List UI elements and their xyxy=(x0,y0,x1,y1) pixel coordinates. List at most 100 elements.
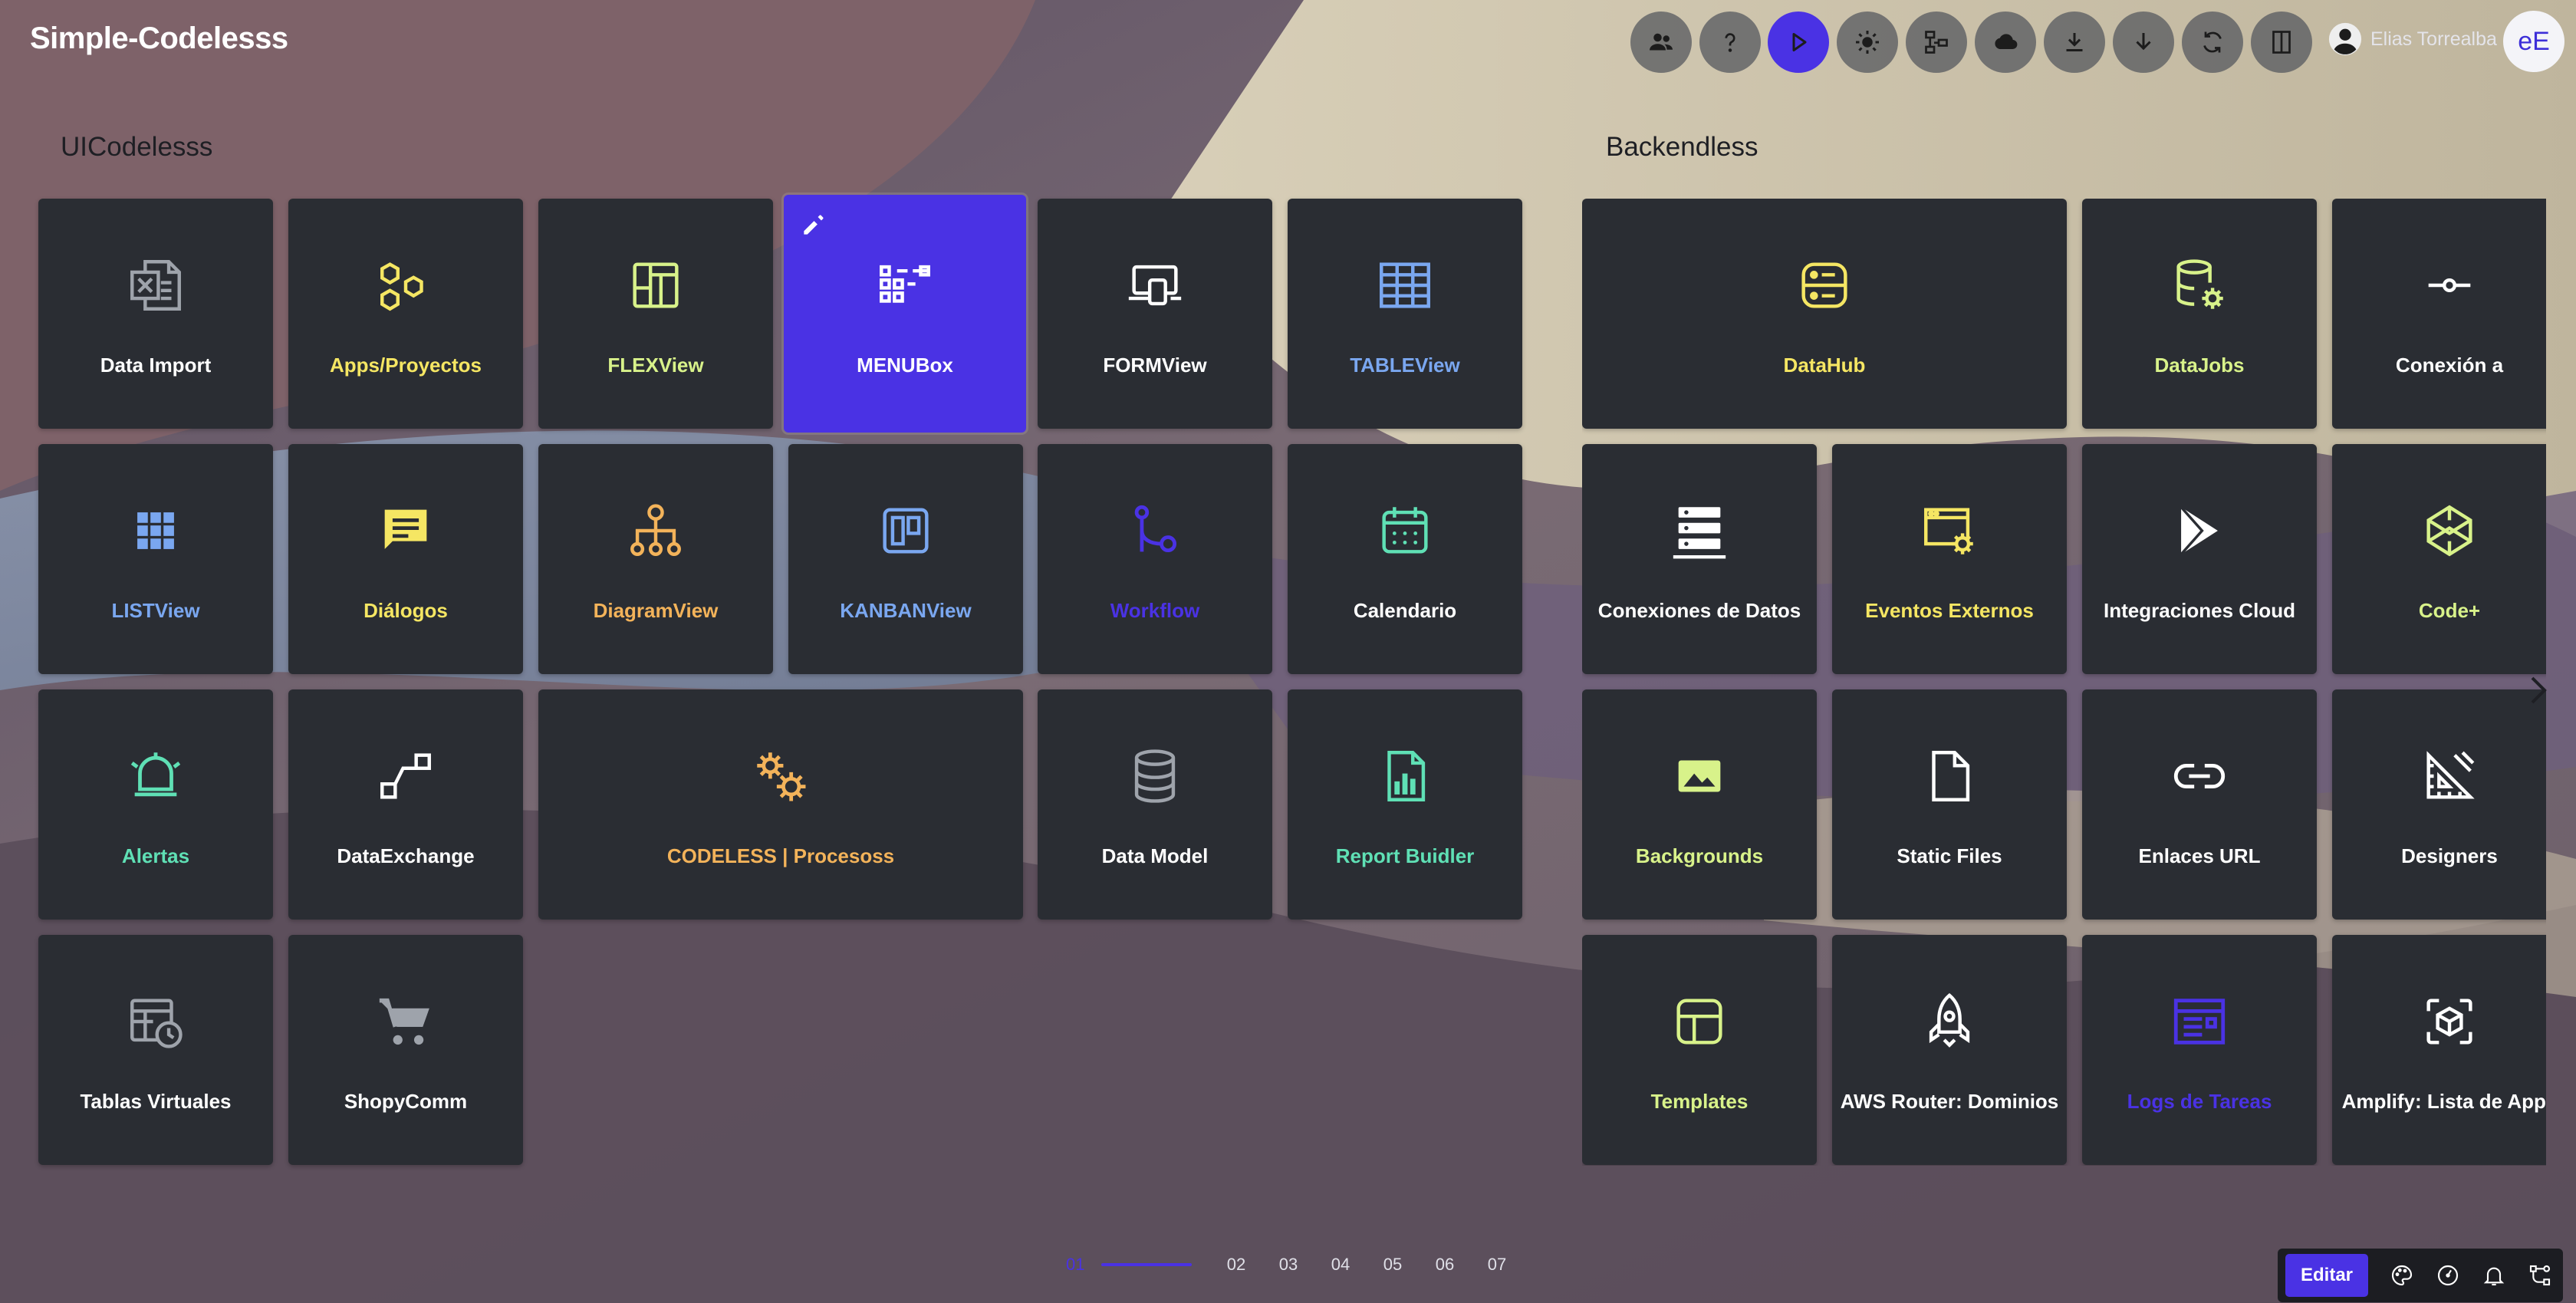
tile-alertas[interactable]: Alertas xyxy=(38,689,273,920)
tile-tableview[interactable]: TABLEView xyxy=(1288,199,1522,429)
tile-integraciones-cloud[interactable]: Integraciones Cloud xyxy=(2082,444,2317,674)
nodes-button[interactable] xyxy=(2517,1256,2563,1295)
tile-shopycomm[interactable]: ShopyComm xyxy=(288,935,523,1165)
pager: 01 02 03 04 05 06 07 xyxy=(1066,1255,1523,1275)
tile-tablas-virtuales[interactable]: Tablas Virtuales xyxy=(38,935,273,1165)
tile-designers[interactable]: Designers xyxy=(2332,689,2546,920)
arrow-down-icon xyxy=(2136,33,2151,51)
tile-dataexchange[interactable]: DataExchange xyxy=(288,689,523,920)
cloud-button[interactable] xyxy=(1975,12,2036,73)
tile-workflow[interactable]: Workflow xyxy=(1038,444,1272,674)
tile-templates[interactable]: Templates xyxy=(1582,935,1817,1165)
tile-code-plus[interactable]: Code+ xyxy=(2332,444,2546,674)
tile-label: Diálogos xyxy=(364,599,448,622)
link-icon xyxy=(2168,745,2231,808)
tile-label: Integraciones Cloud xyxy=(2104,599,2295,622)
backend-modules-grid: DataHub DataJobs Conexión a Conexiones d… xyxy=(1582,199,2546,1166)
flow-button[interactable] xyxy=(1906,12,1967,73)
tile-label: FLEXView xyxy=(607,354,704,377)
user-menu[interactable]: Elias Torrealba xyxy=(2328,21,2497,57)
pager-progress-bar xyxy=(1101,1263,1192,1266)
user-name: Elias Torrealba xyxy=(2370,28,2497,50)
sync-icon xyxy=(2203,31,2222,53)
database-icon xyxy=(1124,745,1186,808)
codepen-icon xyxy=(2418,499,2481,562)
cloud-icon xyxy=(1995,34,2018,50)
tile-backgrounds[interactable]: Backgrounds xyxy=(1582,689,1817,920)
tile-label: MENUBox xyxy=(857,354,953,377)
connection-icon xyxy=(2418,254,2481,317)
nodes-icon xyxy=(2529,1265,2551,1286)
bottom-toolbar: Editar xyxy=(2278,1249,2563,1302)
pager-page[interactable]: 03 xyxy=(1262,1255,1314,1275)
tile-aws-router[interactable]: AWS Router: Dominios xyxy=(1832,935,2067,1165)
next-page-arrow-icon[interactable] xyxy=(2527,675,2550,706)
tile-menubox[interactable]: MENUBox xyxy=(784,195,1026,433)
tile-label: Alertas xyxy=(121,844,190,867)
tile-report-buidler[interactable]: Report Buidler xyxy=(1288,689,1522,920)
pager-page[interactable]: 05 xyxy=(1367,1255,1419,1275)
tile-datahub[interactable]: DataHub xyxy=(1582,199,2067,429)
event-settings-icon xyxy=(1918,499,1981,562)
pager-page[interactable]: 06 xyxy=(1419,1255,1471,1275)
tile-eventos-externos[interactable]: Eventos Externos xyxy=(1832,444,2067,674)
tile-label: Amplify: Lista de Apps xyxy=(2341,1090,2546,1113)
table-clock-icon xyxy=(124,990,187,1053)
tile-label: Eventos Externos xyxy=(1865,599,2034,622)
tile-dialogos[interactable]: Diálogos xyxy=(288,444,523,674)
download-button[interactable] xyxy=(2044,12,2105,73)
tile-static-files[interactable]: Static Files xyxy=(1832,689,2067,920)
db-gear-icon xyxy=(2168,254,2231,317)
palette-button[interactable] xyxy=(2379,1256,2425,1295)
tile-codeless-procesoss[interactable]: CODELESS | Procesoss xyxy=(538,689,1023,920)
pager-page[interactable]: 04 xyxy=(1314,1255,1367,1275)
exit-button[interactable] xyxy=(2251,12,2312,73)
menu-grid-icon xyxy=(873,254,936,317)
help-icon xyxy=(1725,33,1735,52)
tile-data-import[interactable]: Data Import xyxy=(38,199,273,429)
tile-datajobs[interactable]: DataJobs xyxy=(2082,199,2317,429)
tile-conexion[interactable]: Conexión a xyxy=(2332,199,2546,429)
sync-button[interactable] xyxy=(2182,12,2243,73)
tile-data-model[interactable]: Data Model xyxy=(1038,689,1272,920)
help-button[interactable] xyxy=(1699,12,1761,73)
tile-label: Designers xyxy=(2401,844,2498,867)
layout-icon xyxy=(624,254,687,317)
speed-button[interactable] xyxy=(2425,1256,2471,1295)
tile-kanbanview[interactable]: KANBANView xyxy=(788,444,1023,674)
chat-icon xyxy=(374,499,437,562)
image-icon xyxy=(1668,745,1731,808)
avatar[interactable]: eE xyxy=(2503,11,2564,72)
tile-enlaces-url[interactable]: Enlaces URL xyxy=(2082,689,2317,920)
tile-label: DataHub xyxy=(1783,354,1866,377)
section-title-uicodelesss: UICodelesss xyxy=(61,132,213,162)
tile-diagramview[interactable]: DiagramView xyxy=(538,444,773,674)
people-button[interactable] xyxy=(1630,12,1692,73)
tile-formview[interactable]: FORMView xyxy=(1038,199,1272,429)
tile-amplify[interactable]: Amplify: Lista de Apps xyxy=(2332,935,2546,1165)
tile-apps-proyectos[interactable]: Apps/Proyectos xyxy=(288,199,523,429)
pager-page[interactable]: 02 xyxy=(1210,1255,1262,1275)
cube-scan-icon xyxy=(2418,990,2481,1053)
cart-icon xyxy=(374,990,437,1053)
tile-logs-de-tareas[interactable]: Logs de Tareas xyxy=(2082,935,2317,1165)
bell-button[interactable] xyxy=(2471,1256,2517,1295)
pager-page[interactable]: 07 xyxy=(1471,1255,1523,1275)
tile-conexiones-de-datos[interactable]: Conexiones de Datos xyxy=(1582,444,1817,674)
tile-calendario[interactable]: Calendario xyxy=(1288,444,1522,674)
tile-label: Static Files xyxy=(1897,844,2002,867)
workflow-icon xyxy=(1124,499,1186,562)
hexagons-icon xyxy=(374,254,437,317)
edit-pencil-icon[interactable] xyxy=(799,210,828,239)
play-button[interactable] xyxy=(1768,12,1829,73)
pager-current[interactable]: 01 xyxy=(1066,1255,1097,1275)
tile-flexview[interactable]: FLEXView xyxy=(538,199,773,429)
tile-listview[interactable]: LISTView xyxy=(38,444,273,674)
arrow-down-button[interactable] xyxy=(2113,12,2174,73)
file-icon xyxy=(1918,745,1981,808)
tile-label: DiagramView xyxy=(593,599,719,622)
brightness-button[interactable] xyxy=(1837,12,1898,73)
apps-grid-icon xyxy=(124,499,187,562)
tile-label: Logs de Tareas xyxy=(2127,1090,2272,1113)
edit-button[interactable]: Editar xyxy=(2285,1254,2369,1297)
